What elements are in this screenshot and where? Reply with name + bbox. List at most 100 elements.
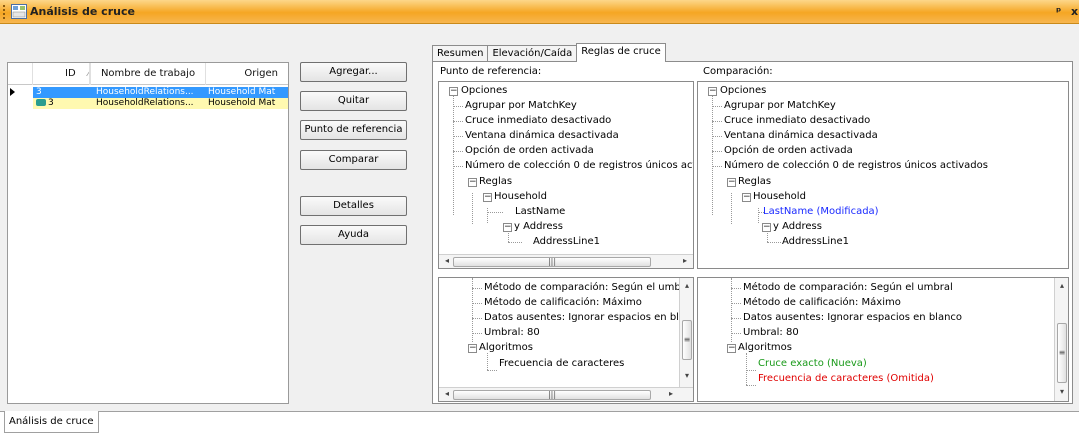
tree-node-option[interactable]: Opción de orden activada bbox=[465, 143, 594, 158]
cell-id: 3 bbox=[33, 87, 90, 98]
comparison-label: Comparación: bbox=[703, 66, 773, 77]
tree-node-option[interactable]: Ventana dinámica desactivada bbox=[724, 128, 878, 143]
scroll-right-icon[interactable]: ▸ bbox=[665, 388, 677, 400]
cell-origin: Household Mat bbox=[206, 98, 288, 109]
cell-job-name: HouseholdRelations... bbox=[90, 87, 206, 98]
reference-rules-vscrollbar[interactable]: ▴ ≡ ▾ bbox=[679, 278, 693, 387]
window-title-bar: Análisis de cruce ᵖ x bbox=[0, 0, 1079, 24]
reference-rules-hscrollbar[interactable]: ◂ ||| ▸ bbox=[439, 387, 693, 401]
table-row[interactable]: 3 HouseholdRelations... Household Mat bbox=[8, 98, 288, 109]
tree-node-addressline[interactable]: AddressLine1 bbox=[782, 234, 849, 249]
tree-node-option[interactable]: Cruce inmediato desactivado bbox=[465, 113, 611, 128]
comparison-rules-vscrollbar[interactable]: ▴ ≡ ▾ bbox=[1054, 278, 1068, 401]
row-selector[interactable] bbox=[8, 98, 33, 109]
add-button[interactable]: Agregar... bbox=[300, 62, 407, 82]
cell-job-name: HouseholdRelations... bbox=[90, 98, 206, 109]
tree-node-algorithm[interactable]: Frecuencia de caracteres bbox=[499, 356, 624, 371]
analysis-app-icon bbox=[11, 4, 27, 19]
tree-node-options[interactable]: Opciones bbox=[461, 83, 507, 98]
tree-node-option[interactable]: Ventana dinámica desactivada bbox=[465, 128, 619, 143]
collapse-rules-icon[interactable]: − bbox=[468, 178, 477, 187]
tree-node-rules[interactable]: Reglas bbox=[479, 174, 512, 189]
tree-node-option[interactable]: Agrupar por MatchKey bbox=[465, 98, 577, 113]
pin-icon[interactable]: ᵖ bbox=[1056, 5, 1061, 18]
scroll-down-icon[interactable]: ▾ bbox=[1056, 386, 1068, 398]
tree-node-option[interactable]: Cruce inmediato desactivado bbox=[724, 113, 870, 128]
tree-node-household[interactable]: Household bbox=[753, 189, 806, 204]
vscroll-thumb[interactable]: ≡ bbox=[1057, 323, 1067, 383]
cell-origin: Household Mat bbox=[206, 87, 288, 98]
collapse-algorithms-icon[interactable]: − bbox=[468, 344, 477, 353]
tree-node-options[interactable]: Opciones bbox=[720, 83, 766, 98]
tree-node-rule-detail[interactable]: Umbral: 80 bbox=[743, 325, 799, 340]
collapse-options-icon[interactable]: − bbox=[449, 87, 458, 96]
tab-summary[interactable]: Resumen bbox=[432, 45, 489, 62]
table-row[interactable]: 3 HouseholdRelations... Household Mat bbox=[8, 87, 288, 98]
comparison-options-tree[interactable]: − Opciones Agrupar por MatchKey Cruce in… bbox=[697, 81, 1069, 269]
tab-match-rules[interactable]: Reglas de cruce bbox=[576, 43, 666, 62]
tree-node-rule-detail[interactable]: Umbral: 80 bbox=[484, 325, 540, 340]
reference-options-hscrollbar[interactable]: ◂ ||| ▸ bbox=[439, 254, 693, 268]
help-button[interactable]: Ayuda bbox=[300, 225, 407, 245]
tree-node-option[interactable]: Opción de orden activada bbox=[724, 143, 853, 158]
current-row-arrow-icon bbox=[10, 88, 15, 96]
scroll-left-icon[interactable]: ◂ bbox=[441, 255, 453, 267]
reference-options-tree[interactable]: − Opciones Agrupar por MatchKey Cruce in… bbox=[438, 81, 694, 269]
tree-node-rules[interactable]: Reglas bbox=[738, 174, 771, 189]
reference-point-button[interactable]: Punto de referencia bbox=[300, 120, 407, 140]
tree-node-rule-detail[interactable]: Datos ausentes: Ignorar espacios en blan… bbox=[484, 310, 693, 325]
collapse-address-icon[interactable]: − bbox=[503, 223, 512, 232]
tree-node-household[interactable]: Household bbox=[494, 189, 547, 204]
reference-rules-tree[interactable]: Método de comparación: Según el umbral M… bbox=[438, 277, 694, 402]
collapse-household-icon[interactable]: − bbox=[483, 193, 492, 202]
tree-node-addressline[interactable]: AddressLine1 bbox=[533, 234, 600, 249]
scroll-left-icon[interactable]: ◂ bbox=[441, 388, 453, 400]
hscroll-thumb[interactable]: ||| bbox=[453, 390, 651, 400]
tree-node-rule-detail[interactable]: Método de calificación: Máximo bbox=[484, 295, 642, 310]
tree-node-algorithms[interactable]: Algoritmos bbox=[738, 340, 792, 355]
window-title: Análisis de cruce bbox=[30, 5, 135, 18]
tree-node-lastname[interactable]: LastName bbox=[515, 204, 565, 219]
tree-node-address[interactable]: y Address bbox=[773, 219, 822, 234]
scroll-right-icon[interactable]: ▸ bbox=[679, 255, 691, 267]
tree-node-rule-detail[interactable]: Método de comparación: Según el umbral bbox=[484, 280, 693, 295]
details-button[interactable]: Detalles bbox=[300, 196, 407, 216]
grid-header: ID ⁄ Nombre de trabajo Origen bbox=[8, 63, 288, 85]
hscroll-thumb[interactable]: ||| bbox=[453, 257, 651, 267]
tree-node-lastname-modified[interactable]: LastName (Modificada) bbox=[763, 204, 879, 219]
tree-node-rule-detail[interactable]: Datos ausentes: Ignorar espacios en blan… bbox=[743, 310, 962, 325]
tree-node-address[interactable]: y Address bbox=[514, 219, 563, 234]
grid-header-job-name[interactable]: Nombre de trabajo bbox=[90, 63, 206, 85]
tab-match-analysis[interactable]: Análisis de cruce bbox=[4, 411, 99, 433]
collapse-options-icon[interactable]: − bbox=[708, 87, 717, 96]
remove-button[interactable]: Quitar bbox=[300, 91, 407, 111]
tree-node-rule-detail[interactable]: Método de calificación: Máximo bbox=[743, 295, 901, 310]
tree-node-algorithm-omitted[interactable]: Frecuencia de caracteres (Omitida) bbox=[758, 371, 934, 386]
cell-id-value: 3 bbox=[48, 98, 54, 108]
scroll-up-icon[interactable]: ▴ bbox=[681, 280, 693, 292]
grid-header-selector bbox=[8, 63, 33, 85]
grid-header-id[interactable]: ID ⁄ bbox=[33, 63, 90, 85]
comparison-rules-tree[interactable]: Método de comparación: Según el umbral M… bbox=[697, 277, 1069, 402]
drag-grip-icon[interactable] bbox=[3, 5, 6, 19]
collapse-rules-icon[interactable]: − bbox=[727, 178, 736, 187]
row-selector[interactable] bbox=[8, 87, 33, 98]
grid-header-id-label: ID bbox=[65, 68, 76, 79]
grid-header-origin[interactable]: Origen bbox=[206, 63, 288, 85]
collapse-household-icon[interactable]: − bbox=[742, 193, 751, 202]
reference-label: Punto de referencia: bbox=[440, 66, 542, 77]
tab-lift[interactable]: Elevación/Caída bbox=[487, 45, 578, 62]
tree-node-algorithm-new[interactable]: Cruce exacto (Nueva) bbox=[758, 356, 867, 371]
tree-node-option[interactable]: Agrupar por MatchKey bbox=[724, 98, 836, 113]
close-icon[interactable]: x bbox=[1071, 5, 1078, 18]
scroll-down-icon[interactable]: ▾ bbox=[681, 370, 693, 382]
tree-node-option[interactable]: Número de colección 0 de registros único… bbox=[724, 158, 988, 173]
compare-button[interactable]: Comparar bbox=[300, 150, 407, 170]
scroll-up-icon[interactable]: ▴ bbox=[1056, 280, 1068, 292]
tree-node-option[interactable]: Número de colección 0 de registros único… bbox=[465, 158, 693, 173]
vscroll-thumb[interactable]: ≡ bbox=[682, 320, 692, 360]
tree-node-algorithms[interactable]: Algoritmos bbox=[479, 340, 533, 355]
collapse-address-icon[interactable]: − bbox=[762, 223, 771, 232]
tree-node-rule-detail[interactable]: Método de comparación: Según el umbral bbox=[743, 280, 953, 295]
collapse-algorithms-icon[interactable]: − bbox=[727, 344, 736, 353]
